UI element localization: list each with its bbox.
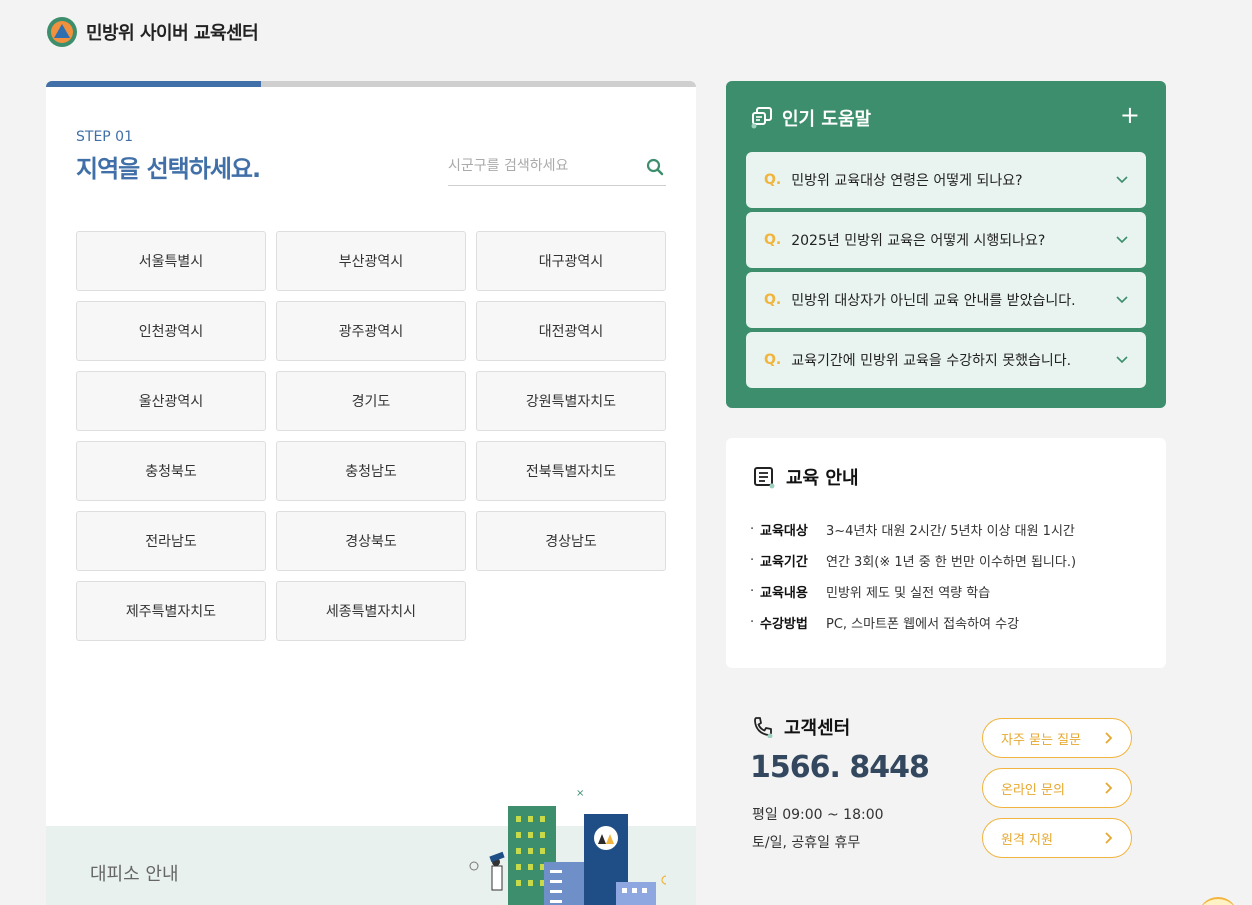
shelter-info-band: 대피소 안내 × (46, 788, 696, 905)
education-info-row: · 교육기간 연간 3회(※ 1년 중 한 번만 이수하면 됩니다.) (750, 545, 1076, 576)
popular-help-title: 인기 도움말 (782, 109, 872, 130)
svg-text:×: × (576, 788, 584, 799)
education-info-value: 민방위 제도 및 실전 역량 학습 (826, 586, 991, 601)
customer-center-header: 고객센터 (752, 714, 850, 740)
education-info-row: · 교육내용 민방위 제도 및 실전 역량 학습 (750, 576, 1076, 607)
faq-question: 민방위 교육대상 연령은 어떻게 되나요? (791, 173, 1023, 189)
bullet-icon: · (750, 584, 755, 599)
faq-item[interactable]: Q. 민방위 교육대상 연령은 어떻게 되나요? (746, 152, 1146, 208)
region-button[interactable]: 광주광역시 (276, 301, 466, 361)
chevron-right-icon (1105, 782, 1113, 794)
faq-item[interactable]: Q. 2025년 민방위 교육은 어떻게 시행되나요? (746, 212, 1146, 268)
step-progress-bar (46, 81, 696, 87)
phone-icon (754, 717, 773, 738)
region-grid: 서울특별시 부산광역시 대구광역시인천광역시 광주광역시 대전광역시울산광역시 경기도 강원… (76, 231, 666, 641)
site-title[interactable]: 민방위 사이버 교육센터 (86, 19, 259, 45)
chevron-down-icon[interactable] (1116, 356, 1128, 364)
bullet-icon: · (750, 522, 755, 537)
region-button[interactable]: 충청남도 (276, 441, 466, 501)
region-button[interactable]: 전북특별자치도 (476, 441, 666, 501)
bullet-icon: · (750, 615, 755, 630)
remote-support-button[interactable]: 원격 지원 (982, 818, 1132, 858)
district-search (448, 151, 666, 186)
faq-q-mark: Q. (764, 352, 782, 368)
region-button[interactable]: 강원특별자치도 (476, 371, 666, 431)
region-button[interactable]: 충청북도 (76, 441, 266, 501)
education-info-row: · 교육대상 3~4년차 대원 2시간/ 5년차 이상 대원 1시간 (750, 514, 1076, 545)
region-button[interactable]: 대구광역시 (476, 231, 666, 291)
faq-question: 민방위 대상자가 아닌데 교육 안내를 받았습니다. (791, 293, 1076, 309)
city-illustration: × (469, 788, 666, 905)
education-info-value: PC, 스마트폰 웹에서 접속하여 수강 (826, 617, 1020, 632)
faq-question: 교육기간에 민방위 교육을 수강하지 못했습니다. (791, 353, 1072, 369)
chevron-right-icon (1105, 832, 1113, 844)
faq-link-button[interactable]: 자주 묻는 질문 (982, 718, 1132, 758)
step-label: STEP 01 (76, 129, 133, 145)
education-info-key: 교육대상 (760, 524, 808, 539)
customer-center-title: 고객센터 (784, 718, 851, 739)
popular-help-header: 인기 도움말 (750, 105, 871, 131)
more-help-plus-icon[interactable]: + (1120, 103, 1140, 127)
search-icon[interactable] (646, 158, 664, 176)
region-button[interactable]: 경기도 (276, 371, 466, 431)
faq-item[interactable]: Q. 교육기간에 민방위 교육을 수강하지 못했습니다. (746, 332, 1146, 388)
customer-link-label: 온라인 문의 (1001, 782, 1065, 798)
customer-center-phone: 1566. 8448 (750, 750, 930, 785)
region-button[interactable]: 세종특별자치시 (276, 581, 466, 641)
faq-item[interactable]: Q. 민방위 대상자가 아닌데 교육 안내를 받았습니다. (746, 272, 1146, 328)
chevron-right-icon (1105, 732, 1113, 744)
bullet-icon: · (750, 553, 755, 568)
floating-chat-button[interactable] (1198, 897, 1238, 905)
region-button[interactable]: 제주특별자치도 (76, 581, 266, 641)
region-button[interactable]: 전라남도 (76, 511, 266, 571)
customer-link-label: 원격 지원 (1001, 832, 1053, 848)
region-button[interactable]: 서울특별시 (76, 231, 266, 291)
region-button[interactable]: 부산광역시 (276, 231, 466, 291)
online-inquiry-button[interactable]: 온라인 문의 (982, 768, 1132, 808)
customer-center: 고객센터 1566. 8448 평일 09:00 ~ 18:00 토/일, 공휴… (726, 700, 1166, 880)
step-title: 지역을 선택하세요. (76, 155, 261, 183)
region-select-panel: STEP 01 지역을 선택하세요. 서울특별시부산광역시대구광역시인천광역시광… (46, 81, 696, 905)
education-info-key: 교육기간 (760, 555, 808, 570)
chat-bubble-icon (751, 107, 772, 129)
faq-q-mark: Q. (764, 172, 782, 188)
district-search-input[interactable] (448, 151, 638, 181)
education-info-header: 교육 안내 (752, 464, 859, 490)
popular-help-panel: 인기 도움말 + Q. 민방위 교육대상 연령은 어떻게 되나요? Q. 2025년 … (726, 81, 1166, 408)
education-info-key: 수강방법 (760, 617, 808, 632)
chevron-down-icon[interactable] (1116, 176, 1128, 184)
site-header: 민방위 사이버 교육센터 (46, 14, 259, 50)
faq-question: 2025년 민방위 교육은 어떻게 시행되나요? (791, 233, 1046, 249)
chevron-down-icon[interactable] (1116, 296, 1128, 304)
faq-list: Q. 민방위 교육대상 연령은 어떻게 되나요? Q. 2025년 민방위 교육은 어… (746, 152, 1146, 392)
weekend-hours: 토/일, 공휴일 휴무 (752, 835, 861, 851)
education-info-row: · 수강방법 PC, 스마트폰 웹에서 접속하여 수강 (750, 607, 1076, 638)
region-button[interactable]: 인천광역시 (76, 301, 266, 361)
region-button[interactable]: 대전광역시 (476, 301, 666, 361)
education-info-title: 교육 안내 (786, 468, 859, 489)
book-icon (754, 467, 775, 489)
education-info-value: 3~4년차 대원 2시간/ 5년차 이상 대원 1시간 (826, 524, 1075, 539)
customer-links: 자주 묻는 질문온라인 문의원격 지원 (982, 718, 1132, 868)
logo-icon[interactable] (46, 16, 78, 48)
education-info-key: 교육내용 (760, 586, 808, 601)
weekday-hours: 평일 09:00 ~ 18:00 (752, 807, 884, 823)
region-button[interactable]: 울산광역시 (76, 371, 266, 431)
customer-link-label: 자주 묻는 질문 (1001, 732, 1082, 748)
shelter-info-label[interactable]: 대피소 안내 (90, 860, 179, 886)
faq-q-mark: Q. (764, 292, 782, 308)
education-info-panel: 교육 안내 · 교육대상 3~4년차 대원 2시간/ 5년차 이상 대원 1시간 · 교… (726, 438, 1166, 668)
education-info-value: 연간 3회(※ 1년 중 한 번만 이수하면 됩니다.) (826, 555, 1077, 570)
region-button[interactable]: 경상북도 (276, 511, 466, 571)
faq-q-mark: Q. (764, 232, 782, 248)
step-progress-fill (46, 81, 261, 87)
education-info-list: · 교육대상 3~4년차 대원 2시간/ 5년차 이상 대원 1시간 · 교육기간 연간 … (750, 514, 1076, 638)
chevron-down-icon[interactable] (1116, 236, 1128, 244)
region-button[interactable]: 경상남도 (476, 511, 666, 571)
